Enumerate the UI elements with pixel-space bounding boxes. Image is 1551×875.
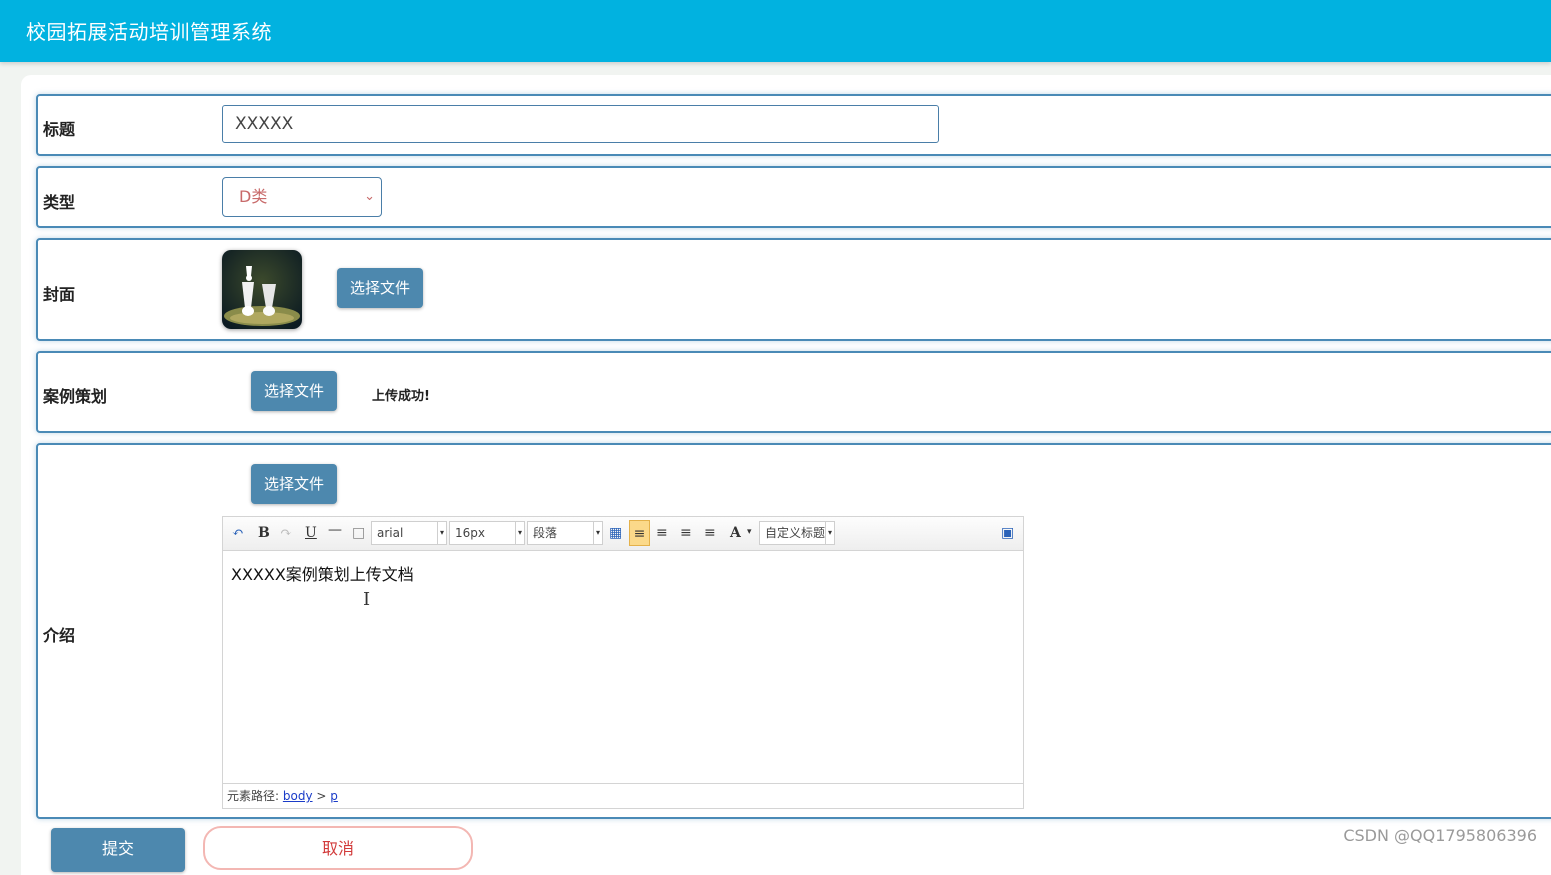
watermark: CSDN @QQ1795806396 <box>1343 826 1537 845</box>
bold-icon[interactable]: B <box>258 525 270 541</box>
font-family-value: arial <box>377 526 404 540</box>
dropdown-arrow-icon: ▾ <box>515 522 524 544</box>
form-row-title: 标题 XXXXX <box>36 94 1551 156</box>
form-row-plan: 案例策划 选择文件 上传成功! <box>36 351 1551 433</box>
paragraph-select[interactable]: 段落 ▾ <box>527 521 603 545</box>
page-icon[interactable]: □ <box>352 525 365 541</box>
cover-thumbnail <box>222 250 302 329</box>
redo-icon[interactable]: ↷ <box>280 525 292 541</box>
cover-upload-button[interactable]: 选择文件 <box>337 268 423 308</box>
dropdown-arrow-icon: ▾ <box>437 522 446 544</box>
font-color-dropdown-icon[interactable]: ▾ <box>747 527 752 537</box>
form-row-intro: 介绍 选择文件 ↶ B ↷ U — □ arial ▾ 16px ▾ 段落 ▾ … <box>36 443 1551 819</box>
title-input[interactable]: XXXXX <box>222 105 939 143</box>
element-path-label: 元素路径: <box>227 789 280 803</box>
intro-label: 介绍 <box>43 626 76 645</box>
editor-toolbar: ↶ B ↷ U — □ arial ▾ 16px ▾ 段落 ▾ ▦ ≡ ≡ ≡ … <box>223 517 1023 551</box>
title-label: 标题 <box>43 120 76 139</box>
justify-icon[interactable]: ≡ <box>704 525 716 541</box>
align-center-icon[interactable]: ≡ <box>680 525 692 541</box>
intro-upload-button[interactable]: 选择文件 <box>251 464 337 504</box>
font-size-select[interactable]: 16px ▾ <box>449 521 525 545</box>
dropdown-arrow-icon: ▾ <box>593 522 602 544</box>
element-path-bar: 元素路径: body > p <box>223 783 1023 808</box>
form-row-type: 类型 D类 ⌄ <box>36 166 1551 228</box>
undo-icon[interactable]: ↶ <box>232 525 244 541</box>
paragraph-value: 段落 <box>533 526 558 540</box>
align-right-icon[interactable]: ≡ <box>656 525 668 541</box>
custom-title-value: 自定义标题 <box>765 526 826 540</box>
type-select[interactable]: D类 ⌄ <box>222 177 382 217</box>
editor-content[interactable]: XXXXX案例策划上传文档 <box>231 561 414 585</box>
dropdown-arrow-icon: ▾ <box>825 522 834 544</box>
path-body-link[interactable]: body <box>283 789 313 803</box>
font-family-select[interactable]: arial ▾ <box>371 521 447 545</box>
cancel-button[interactable]: 取消 <box>203 826 473 870</box>
horizontal-rule-icon[interactable]: — <box>328 522 342 538</box>
cover-label: 封面 <box>43 285 76 304</box>
form-row-cover: 封面 选择文件 <box>36 238 1551 341</box>
font-color-icon[interactable]: A <box>730 525 741 541</box>
font-size-value: 16px <box>455 526 485 540</box>
path-separator: > <box>316 789 327 803</box>
app-title: 校园拓展活动培训管理系统 <box>26 20 272 44</box>
type-label: 类型 <box>43 193 76 212</box>
fullscreen-icon[interactable]: ▣ <box>1001 525 1014 541</box>
upload-status: 上传成功! <box>372 389 430 404</box>
custom-title-select[interactable]: 自定义标题 ▾ <box>759 521 835 545</box>
path-p-link[interactable]: p <box>330 789 338 803</box>
rich-text-editor: ↶ B ↷ U — □ arial ▾ 16px ▾ 段落 ▾ ▦ ≡ ≡ ≡ … <box>222 516 1024 809</box>
align-left-icon[interactable]: ≡ <box>629 520 650 546</box>
top-bar: 校园拓展活动培训管理系统 <box>0 0 1551 62</box>
plan-label: 案例策划 <box>43 387 108 406</box>
underline-icon[interactable]: U <box>305 525 317 541</box>
plan-upload-button[interactable]: 选择文件 <box>251 371 337 411</box>
type-select-value: D类 <box>239 187 268 206</box>
text-cursor-icon: I <box>363 589 371 610</box>
submit-button[interactable]: 提交 <box>51 828 185 872</box>
table-icon[interactable]: ▦ <box>609 525 622 541</box>
chevron-down-icon: ⌄ <box>364 189 375 204</box>
